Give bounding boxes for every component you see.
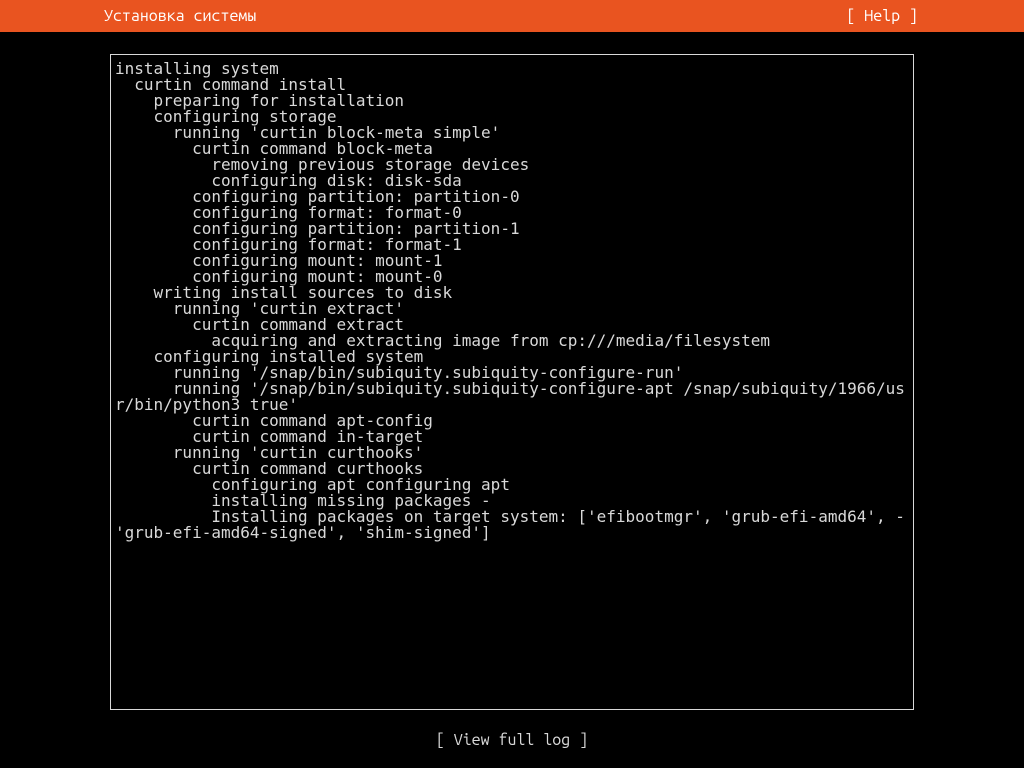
footer: [ View full log ] [0,732,1024,748]
install-log: installing system curtin command install… [110,54,914,710]
header-bar: Установка системы [ Help ] [0,0,1024,32]
page-title: Установка системы [8,8,256,24]
main-area: installing system curtin command install… [0,32,1024,748]
view-full-log-button[interactable]: [ View full log ] [436,731,588,749]
help-button[interactable]: [ Help ] [846,8,1016,24]
